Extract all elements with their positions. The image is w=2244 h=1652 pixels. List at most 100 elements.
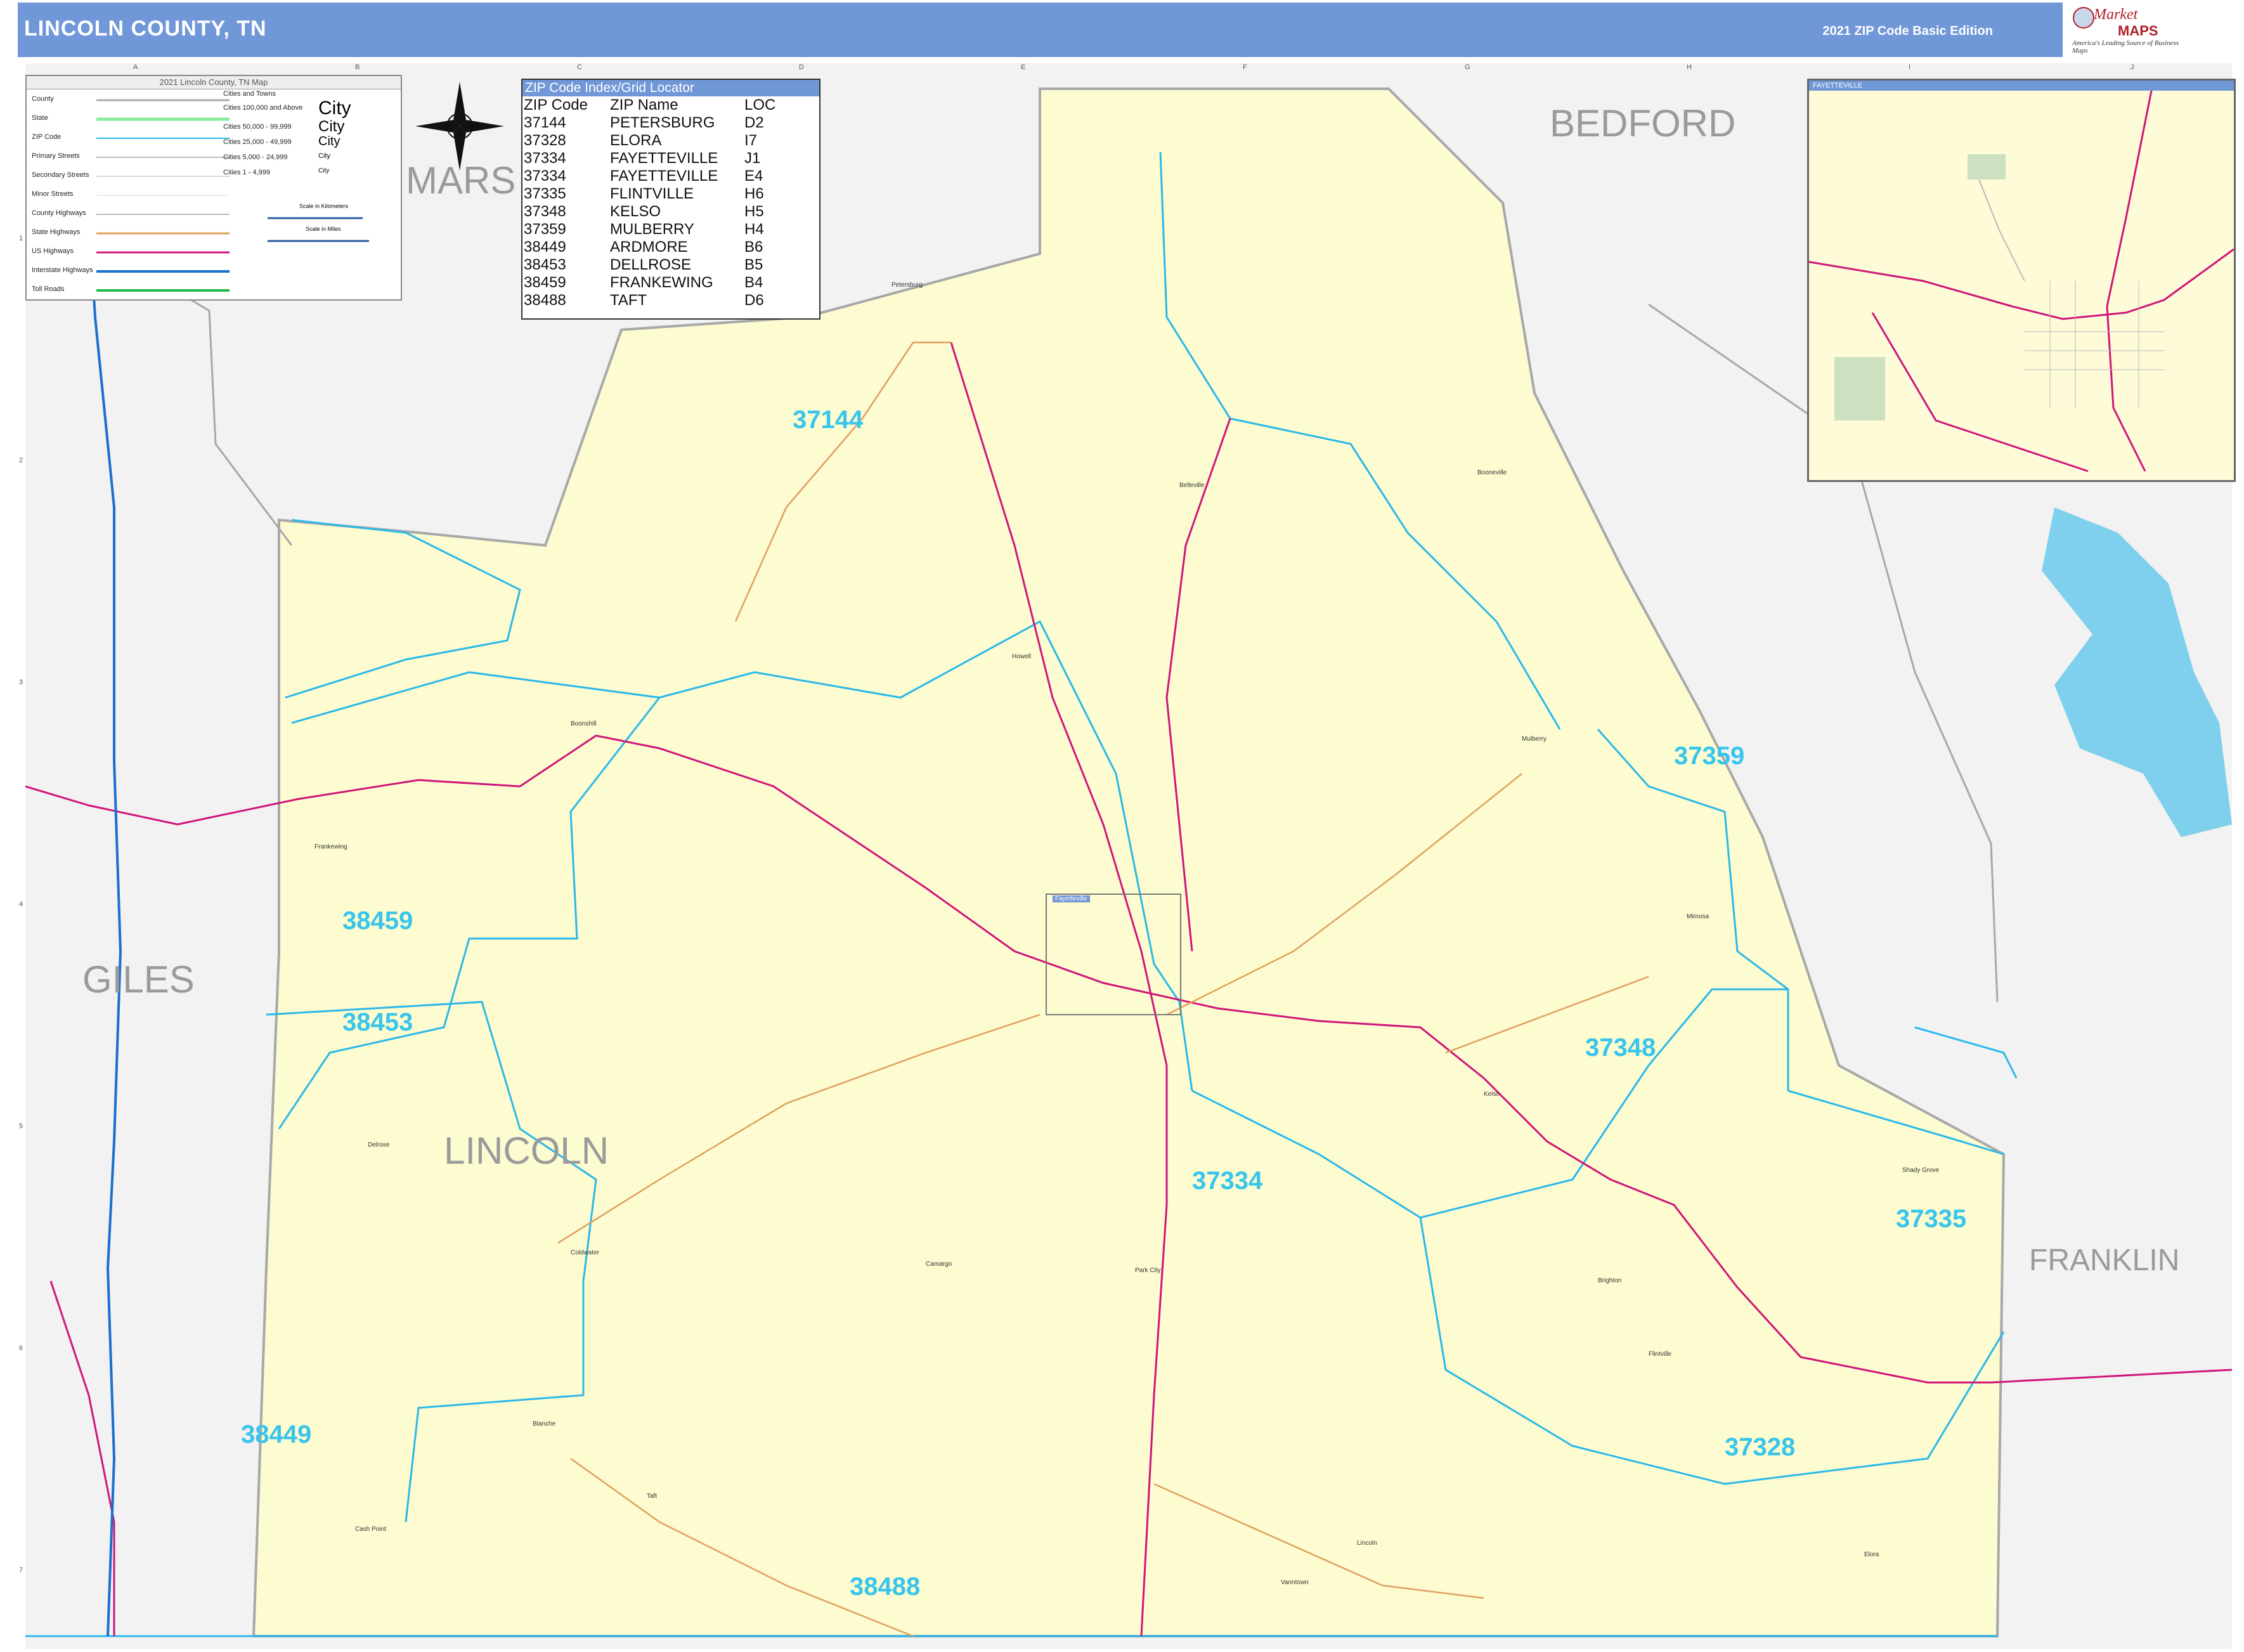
town-camargo: Camargo — [926, 1261, 952, 1268]
legend-cities-header: Cities and Towns — [223, 90, 276, 98]
grid-letter-f: F — [1243, 63, 1247, 71]
zip-cell: ARDMORE — [610, 238, 688, 256]
grid-letter-e: E — [1021, 63, 1026, 71]
zip-cell: KELSO — [610, 203, 661, 220]
county-label-bedford: BEDFORD — [1550, 102, 1736, 145]
map-legend: 2021 Lincoln County, TN Map County State… — [25, 75, 402, 301]
legend-row-secondary: Secondary Streets — [32, 171, 89, 179]
grid-number-6: 6 — [19, 1344, 23, 1352]
legend-city-sample-4: City — [318, 152, 330, 160]
zip-cell: 38459 — [524, 274, 566, 291]
zip-cell: FRANKEWING — [610, 274, 713, 291]
table-row: 38449 ARDMORE B6 — [522, 238, 819, 256]
compass-rose-icon — [415, 82, 504, 171]
town-mimosa: Mimosa — [1687, 913, 1709, 920]
town-blanche: Blanche — [533, 1421, 556, 1428]
town-park-city: Park City — [1135, 1267, 1161, 1274]
grid-number-2: 2 — [19, 457, 23, 464]
fayetteville-inset-map[interactable]: FAYETTEVILLE — [1807, 79, 2236, 482]
table-row: 37328 ELORA I7 — [522, 132, 819, 150]
legend-city-sample-1: City — [318, 98, 351, 119]
legend-row-zip: ZIP Code — [32, 133, 62, 141]
logo-maps-text: MAPS — [2118, 23, 2158, 39]
zip-cell: D2 — [744, 114, 764, 131]
town-elora: Elora — [1864, 1551, 1879, 1558]
zip-cell: TAFT — [610, 292, 647, 309]
town-shady-grove: Shady Grove — [1902, 1167, 1940, 1174]
grid-letter-i: I — [1909, 63, 1911, 71]
town-delrose: Delrose — [368, 1141, 390, 1148]
grid-letter-j: J — [2131, 63, 2134, 71]
zip-cell: 37335 — [524, 185, 566, 202]
zip-cell: ELORA — [610, 132, 662, 149]
town-frankewing: Frankewing — [315, 843, 347, 850]
zip-cell: H4 — [744, 221, 764, 238]
zip-index-header-row: ZIP Code ZIP Name LOC — [522, 96, 819, 114]
table-row: 37348 KELSO H5 — [522, 203, 819, 221]
town-petersburg: Petersburg — [892, 282, 923, 289]
zip-cell: E4 — [744, 167, 763, 185]
table-row: 37144 PETERSBURG D2 — [522, 114, 819, 132]
town-booneville: Booneville — [1477, 469, 1507, 476]
legend-row-us-hwy: US Highways — [32, 247, 74, 255]
town-belleville: Belleville — [1179, 482, 1205, 489]
grid-letter-b: B — [355, 63, 360, 71]
grid-number-3: 3 — [19, 679, 23, 686]
legend-row-minor: Minor Streets — [32, 190, 74, 198]
grid-letter-h: H — [1687, 63, 1692, 71]
grid-letter-d: D — [799, 63, 804, 71]
grid-number-5: 5 — [19, 1122, 23, 1130]
zip-label-38449: 38449 — [241, 1421, 312, 1448]
town-lincoln: Lincoln — [1357, 1540, 1377, 1547]
market-maps-logo[interactable]: Market MAPS America's Leading Source of … — [2068, 3, 2189, 55]
legend-scale-bars — [268, 217, 369, 242]
zip-code-index-table: ZIP Code Index/Grid Locator ZIP Code ZIP… — [521, 79, 820, 320]
map-title: LINCOLN COUNTY, TN — [24, 16, 267, 41]
county-label-lincoln: LINCOLN — [444, 1129, 609, 1172]
zip-cell: 37144 — [524, 114, 566, 131]
grid-number-7: 7 — [19, 1566, 23, 1574]
legend-city-sample-5: City — [318, 167, 330, 174]
zip-cell: H5 — [744, 203, 764, 220]
town-fayetteville: Fayetteville — [1053, 895, 1090, 902]
grid-letter-g: G — [1465, 63, 1470, 71]
legend-line-samples — [96, 99, 230, 292]
town-mulberry: Mulberry — [1522, 736, 1547, 743]
town-vanntown: Vanntown — [1281, 1579, 1309, 1586]
zip-label-37359: 37359 — [1674, 742, 1745, 770]
zip-label-37335: 37335 — [1896, 1205, 1967, 1233]
zip-cell: MULBERRY — [610, 221, 694, 238]
legend-city-1k: Cities 1 - 4,999 — [223, 169, 270, 176]
zip-cell: 37334 — [524, 150, 566, 167]
table-row: 37359 MULBERRY H4 — [522, 221, 819, 238]
zip-col-header: ZIP Name — [610, 96, 678, 114]
table-row: 38488 TAFT D6 — [522, 292, 819, 309]
legend-row-primary: Primary Streets — [32, 152, 80, 160]
zip-cell: 37328 — [524, 132, 566, 149]
legend-row-toll: Toll Roads — [32, 285, 65, 293]
zip-cell: B5 — [744, 256, 763, 273]
town-flintville: Flintville — [1649, 1351, 1672, 1358]
header-bar: LINCOLN COUNTY, TN 2021 ZIP Code Basic E… — [18, 3, 2063, 57]
town-coldwater: Coldwater — [571, 1249, 600, 1256]
county-label-franklin: FRANKLIN — [2029, 1244, 2180, 1277]
zip-cell: FLINTVILLE — [610, 185, 694, 202]
zip-label-37348: 37348 — [1585, 1034, 1656, 1062]
town-brighton: Brighton — [1598, 1277, 1622, 1284]
zip-cell: FAYETTEVILLE — [610, 150, 718, 167]
legend-city-50k: Cities 50,000 - 99,999 — [223, 123, 292, 131]
zip-label-38488: 38488 — [850, 1573, 921, 1601]
grid-number-4: 4 — [19, 901, 23, 908]
zip-cell: B4 — [744, 274, 763, 291]
grid-letter-c: C — [577, 63, 582, 71]
legend-row-county: County — [32, 95, 54, 103]
table-row: 37334 FAYETTEVILLE J1 — [522, 150, 819, 167]
zip-cell: DELLROSE — [610, 256, 692, 273]
inset-svg — [1809, 91, 2234, 472]
table-row: 38453 DELLROSE B5 — [522, 256, 819, 274]
zip-cell: FAYETTEVILLE — [610, 167, 718, 185]
grid-number-1: 1 — [19, 235, 23, 242]
zip-cell: 38453 — [524, 256, 566, 273]
zip-label-38453: 38453 — [342, 1008, 413, 1036]
legend-city-sample-3: City — [318, 134, 340, 148]
